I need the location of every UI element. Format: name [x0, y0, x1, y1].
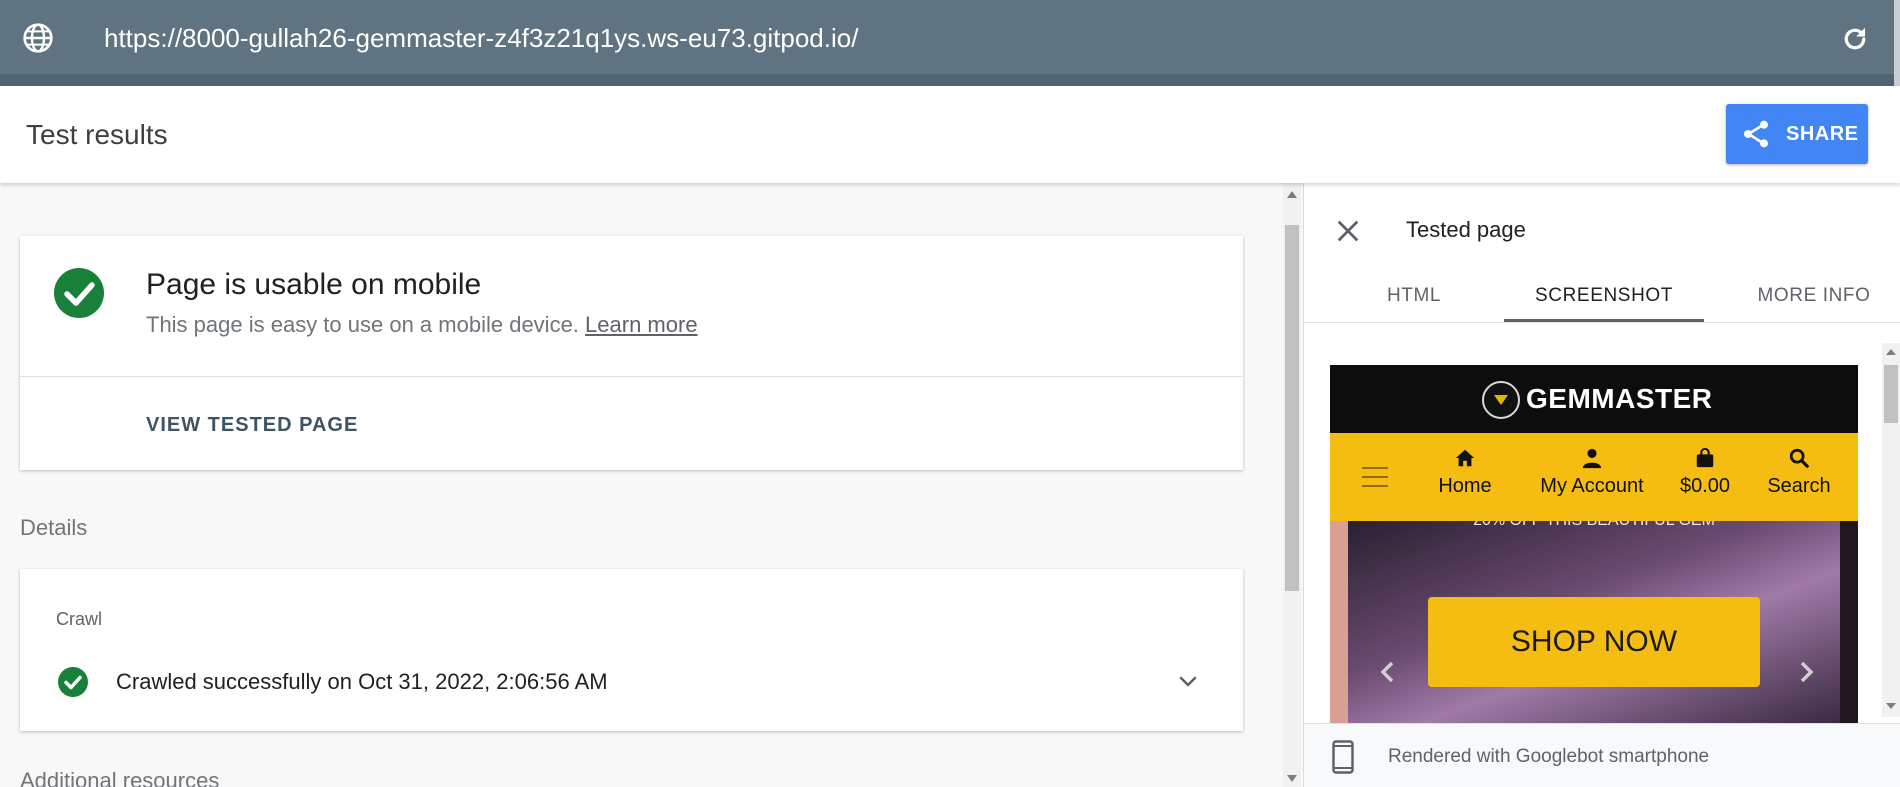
preview-nav: Home My Account $0.00 Search: [1330, 433, 1858, 521]
scroll-up-arrow[interactable]: [1287, 191, 1297, 198]
preview-side-image: [1840, 521, 1858, 723]
results-panel: Page is usable on mobile This page is ea…: [0, 183, 1283, 787]
details-heading: Details: [20, 515, 88, 540]
address-bar: https://8000-gullah26-gemmaster-z4f3z21q…: [0, 0, 1900, 86]
hamburger-icon: [1362, 467, 1388, 487]
share-icon: [1744, 120, 1768, 148]
render-info-footer: Rendered with Googlebot smartphone: [1304, 723, 1900, 787]
bag-icon: [1696, 447, 1714, 468]
chevron-left-icon: [1380, 661, 1394, 683]
additional-resources-heading: Additional resources: [20, 768, 220, 787]
scroll-down-arrow[interactable]: [1886, 703, 1896, 709]
scroll-down-arrow[interactable]: [1287, 775, 1297, 782]
screenshot-preview: GEMMASTER Home My Account $0.00 Search S…: [1330, 365, 1858, 723]
home-icon: [1455, 449, 1475, 467]
preview-nav-label: Home: [1438, 475, 1492, 497]
preview-nav-label: Search: [1767, 475, 1831, 497]
tested-page-panel: Tested page HTML SCREENSHOT MORE INFO GE…: [1303, 183, 1900, 787]
summary-card: Page is usable on mobile This page is ea…: [20, 236, 1243, 470]
view-tested-page-button[interactable]: VIEW TESTED PAGE: [146, 414, 358, 437]
preview-nav-search: Search: [1762, 447, 1836, 498]
close-icon[interactable]: [1334, 217, 1362, 245]
crawl-status: Crawled successfully on Oct 31, 2022, 2:…: [116, 669, 608, 694]
address-bar-shadow: [0, 74, 1900, 86]
preview-scrollbar[interactable]: [1882, 343, 1900, 717]
preview-brand: GEMMASTER: [1526, 383, 1713, 414]
preview-nav-cart: $0.00: [1670, 447, 1740, 498]
chevron-right-icon: [1800, 661, 1814, 683]
share-button[interactable]: SHARE: [1726, 104, 1868, 164]
preview-shop-now-button: SHOP NOW: [1428, 597, 1760, 687]
learn-more-link[interactable]: Learn more: [585, 312, 698, 337]
user-icon: [1582, 448, 1602, 469]
tab-more-info[interactable]: MORE INFO: [1734, 269, 1894, 323]
tested-page-title: Tested page: [1406, 217, 1526, 242]
tab-screenshot[interactable]: SCREENSHOT: [1504, 269, 1704, 323]
crawl-label: Crawl: [56, 609, 103, 629]
share-button-label: SHARE: [1786, 122, 1859, 145]
tab-html[interactable]: HTML: [1364, 269, 1464, 323]
scrollbar-thumb[interactable]: [1884, 365, 1898, 423]
crawl-card[interactable]: Crawl Crawled successfully on Oct 31, 20…: [20, 569, 1243, 731]
reload-icon[interactable]: [1840, 24, 1870, 54]
tested-page-tabs: HTML SCREENSHOT MORE INFO: [1304, 269, 1900, 323]
smartphone-icon: [1332, 740, 1354, 774]
check-circle-icon: [54, 268, 104, 318]
render-info-text: Rendered with Googlebot smartphone: [1388, 746, 1710, 767]
preview-nav-account: My Account: [1522, 447, 1662, 498]
active-tab-indicator: [1504, 319, 1704, 322]
url-input[interactable]: https://8000-gullah26-gemmaster-z4f3z21q…: [104, 22, 858, 54]
chevron-down-icon[interactable]: [1176, 669, 1200, 693]
check-circle-icon: [58, 667, 88, 697]
scroll-up-arrow[interactable]: [1886, 349, 1896, 355]
gem-logo-icon: [1482, 381, 1520, 419]
preview-nav-label: My Account: [1540, 475, 1644, 497]
search-icon: [1789, 448, 1809, 468]
address-bar-edge: [1894, 0, 1900, 86]
preview-topbar: GEMMASTER: [1330, 365, 1858, 433]
summary-description-text: This page is easy to use on a mobile dev…: [146, 312, 579, 337]
preview-nav-home: Home: [1430, 447, 1500, 498]
globe-icon: [23, 23, 53, 53]
preview-nav-label: $0.00: [1679, 475, 1731, 497]
divider: [20, 376, 1243, 377]
results-scrollbar[interactable]: [1283, 183, 1301, 787]
preview-side-image: [1330, 521, 1348, 723]
scrollbar-thumb[interactable]: [1285, 225, 1299, 591]
preview-banner-text: 20% OFF THIS BEAUTIFUL GEM: [1330, 521, 1858, 535]
results-header: Test results SHARE: [0, 86, 1900, 183]
summary-title: Page is usable on mobile: [146, 268, 482, 301]
page-title: Test results: [26, 119, 168, 150]
summary-description: This page is easy to use on a mobile dev…: [146, 312, 698, 338]
